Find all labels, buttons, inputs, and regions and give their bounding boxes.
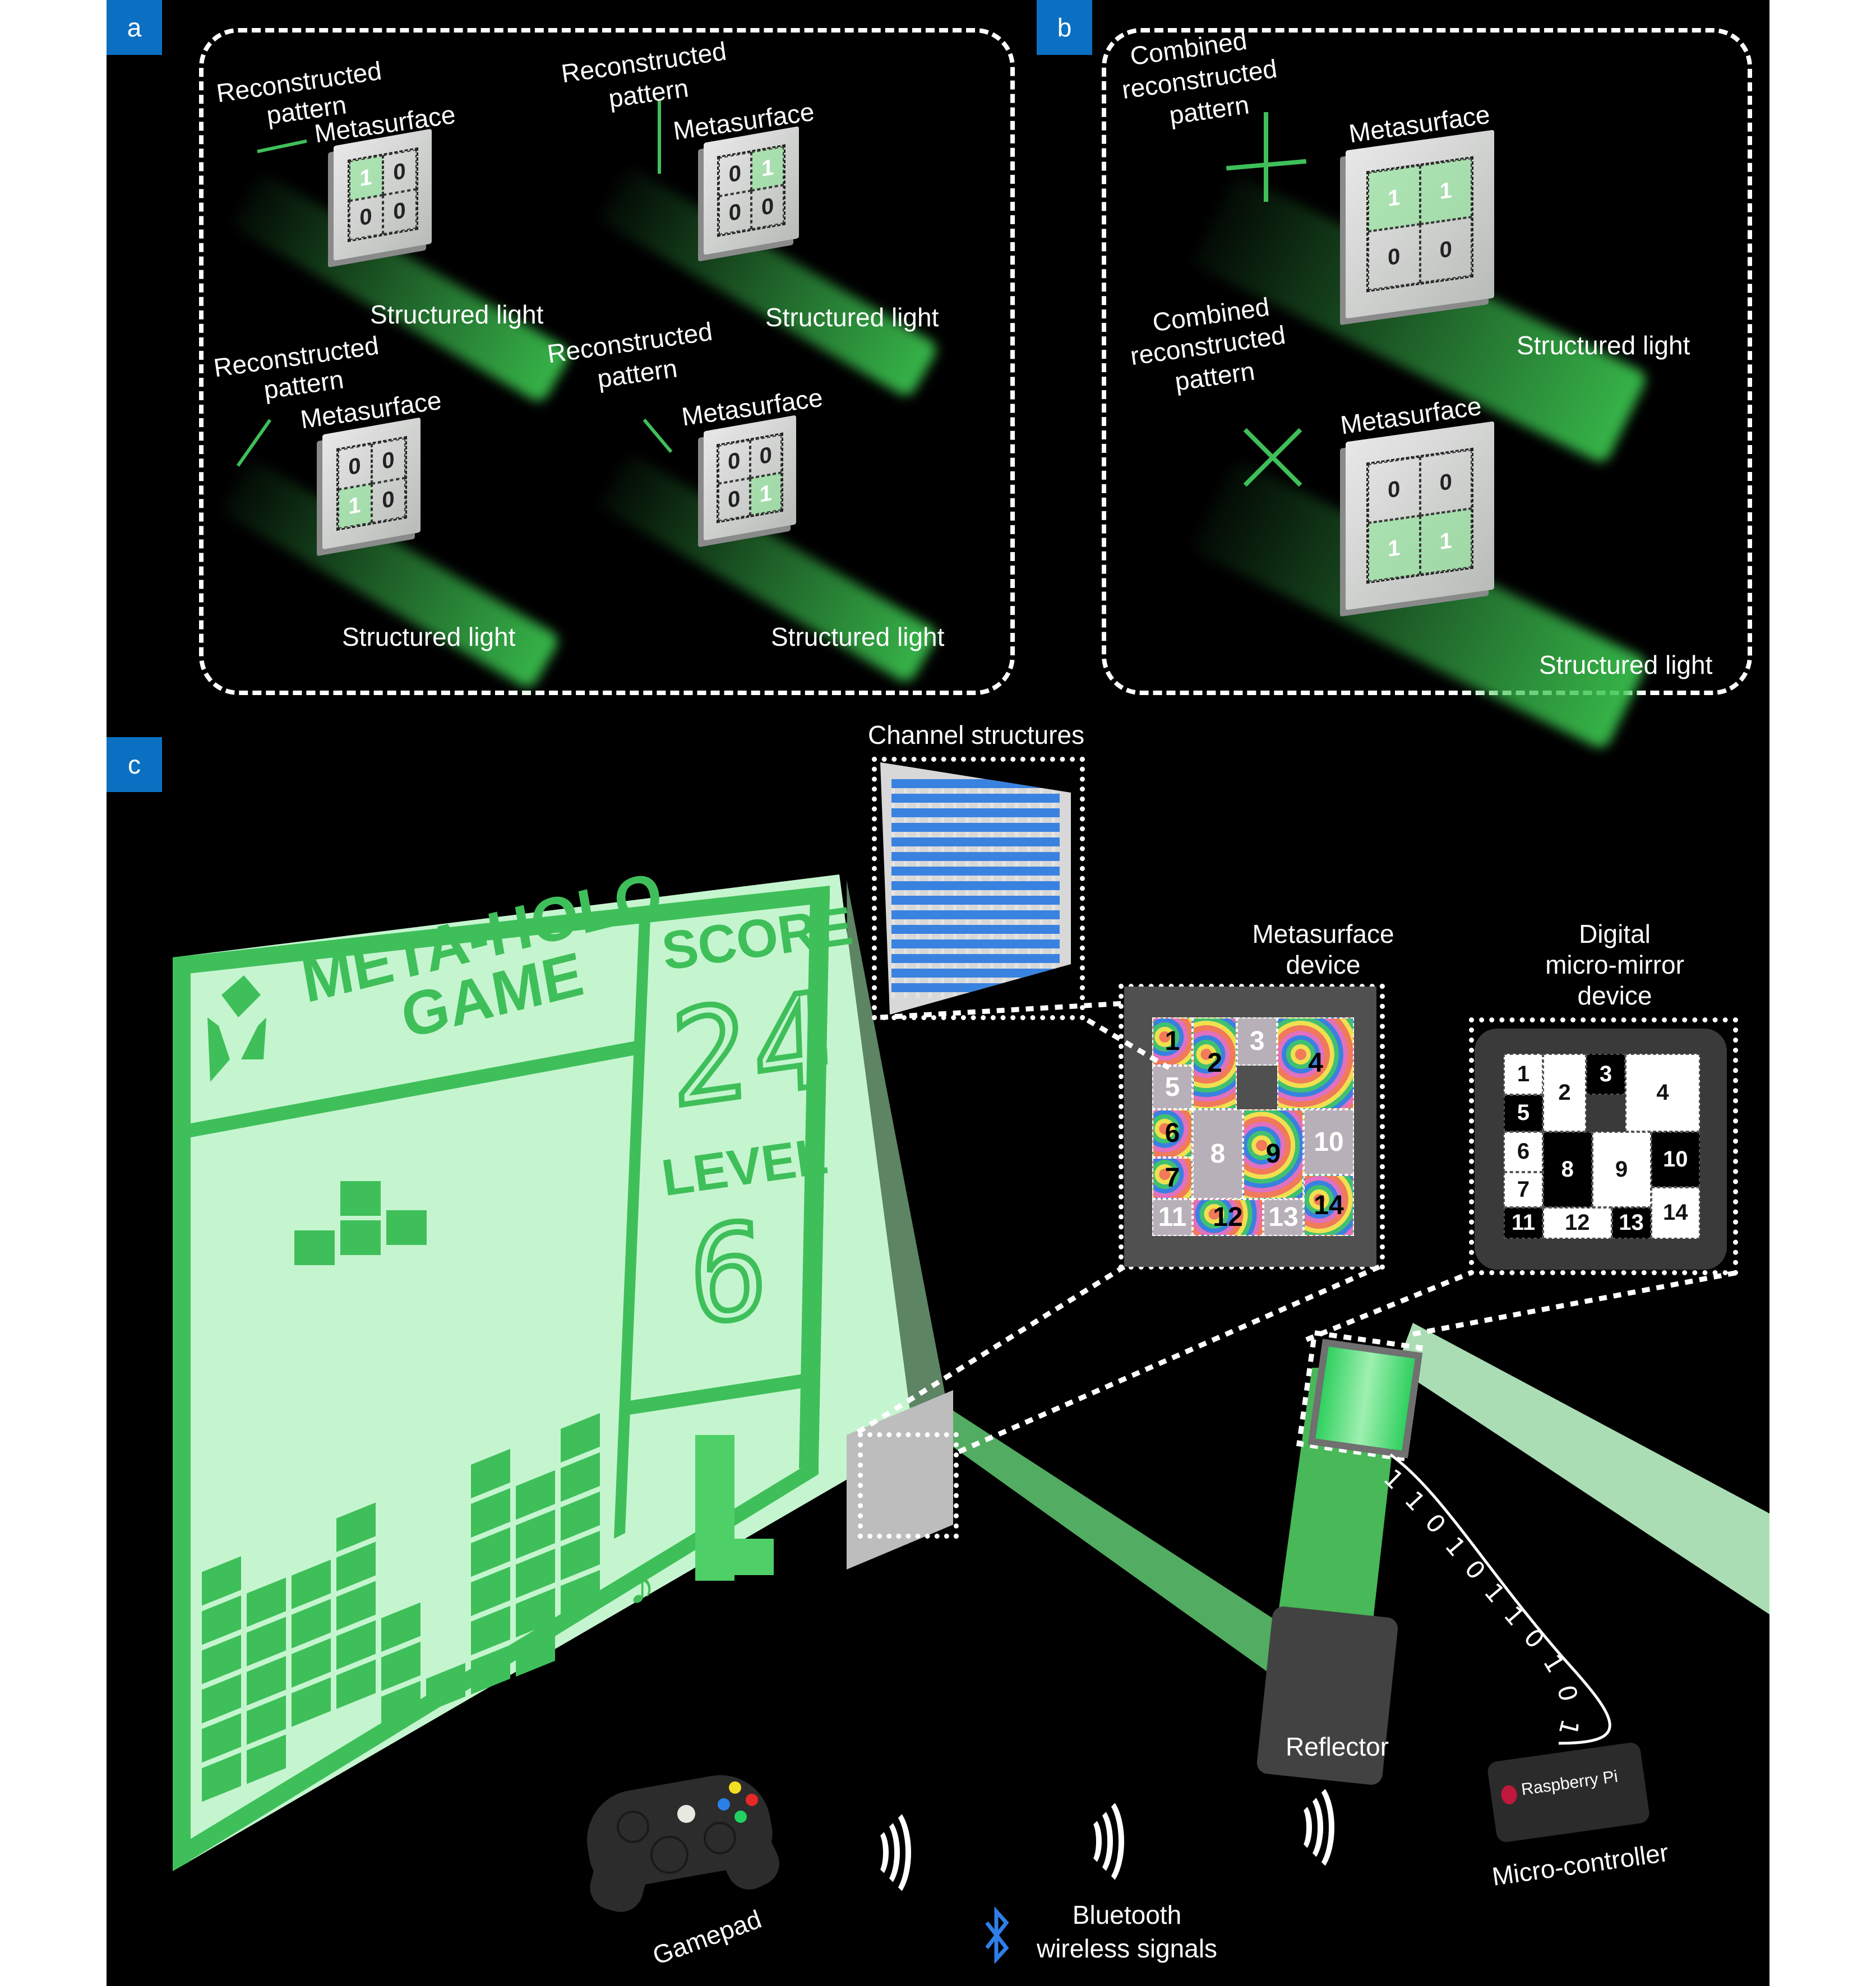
- dmd-mirror: 10: [1651, 1131, 1700, 1187]
- nanopillar-array: [891, 779, 1060, 998]
- metasurface-channel: 13: [1263, 1198, 1304, 1236]
- metasurface-channel: 10: [1304, 1109, 1354, 1175]
- metasurface-channel: 3: [1237, 1017, 1278, 1066]
- tetris-block: [386, 1210, 427, 1245]
- metasurface-channel: 2: [1193, 1017, 1237, 1109]
- dmd-mirror: 2: [1543, 1054, 1586, 1132]
- binary-signal-text: 1 1 0 1 0 1 1 0 1 0 1 0 0 1 0 1: [1374, 1429, 1584, 1742]
- next-piece-block: [695, 1544, 734, 1581]
- gamepad-home-button: [677, 1805, 695, 1823]
- metasurface-device-chip: 1 2 3 4 5 6 7 8 9 10 11 12 13 14: [1124, 987, 1376, 1267]
- gamepad-x-button: [718, 1798, 730, 1811]
- metasurface-device-label-1: Metasurface: [1252, 919, 1394, 948]
- binary-signal-cable: 1 1 0 1 0 1 1 0 1 0 1 0 0 1 0 1: [1374, 1429, 1611, 1745]
- metasurface-channel: 7: [1152, 1157, 1193, 1199]
- metasurface-channel: 12: [1193, 1198, 1263, 1236]
- channel-structures-label: Channel structures: [868, 720, 1085, 749]
- tetris-block: [340, 1181, 381, 1216]
- dmd-mirror-grid: 1 2 3 4 5 6 7 8 9 10 11 12 13 14: [1504, 1054, 1700, 1239]
- tetris-block: [294, 1230, 335, 1265]
- next-piece-block: [695, 1435, 734, 1471]
- screen-border-left: [173, 955, 191, 1871]
- gamepad-a-button: [734, 1811, 747, 1823]
- bluetooth-label-1: Bluetooth: [1072, 1900, 1182, 1929]
- level-value: 6: [685, 1191, 773, 1358]
- dmd-mirror: 9: [1592, 1131, 1651, 1207]
- dmd-mirror: 12: [1543, 1207, 1612, 1239]
- microcontroller-brand: Raspberry Pi: [1520, 1767, 1619, 1799]
- holographic-game-screen: [173, 874, 914, 1871]
- metasurface-channel: 14: [1304, 1174, 1354, 1236]
- gamepad-b-button: [746, 1794, 758, 1806]
- dmd-label-1: Digital: [1579, 919, 1651, 948]
- metasurface-channel: 8: [1193, 1109, 1243, 1199]
- dmd-mirror: 4: [1625, 1054, 1700, 1132]
- gamepad: [579, 1766, 787, 1917]
- bluetooth-icon: [985, 1906, 1009, 1965]
- dmd-mirror: 6: [1504, 1131, 1543, 1173]
- metasurface-zoom-marker: [858, 1432, 959, 1539]
- gamepad-right-stick: [704, 1822, 736, 1854]
- dmd-mirror: 1: [1504, 1054, 1543, 1095]
- wave-icon: [1290, 1780, 1334, 1875]
- next-piece-block: [695, 1471, 734, 1508]
- dmd-mirror: 5: [1504, 1094, 1543, 1132]
- dmd-mirror: 7: [1504, 1172, 1543, 1207]
- next-piece-block: [734, 1539, 774, 1575]
- dmd-mirror: 13: [1611, 1207, 1651, 1239]
- metasurface-channel: 11: [1152, 1198, 1193, 1236]
- gamepad-dpad: [650, 1836, 689, 1874]
- gamepad-left-stick: [617, 1811, 649, 1843]
- dmd-mirror: 8: [1543, 1131, 1592, 1207]
- metasurface-channel-grid: 1 2 3 4 5 6 7 8 9 10 11 12 13 14: [1152, 1017, 1354, 1236]
- raspberry-pi-logo-icon: [1500, 1784, 1518, 1806]
- metasurface-channel: 6: [1152, 1109, 1193, 1158]
- dmd-mirror: 11: [1504, 1207, 1543, 1239]
- music-note-icon: ♪: [628, 1553, 656, 1616]
- dmd-mirror: 3: [1586, 1054, 1625, 1095]
- gamepad-y-button: [729, 1781, 741, 1794]
- next-piece-block: [695, 1508, 734, 1544]
- metasurface-channel: 4: [1277, 1017, 1354, 1109]
- wave-icon: [1079, 1794, 1124, 1889]
- tetris-block: [340, 1220, 381, 1255]
- bluetooth-label-2: wireless signals: [1036, 1934, 1218, 1963]
- dmd-mirror: 14: [1651, 1187, 1700, 1239]
- dmd-chip: 1 2 3 4 5 6 7 8 9 10 11 12 13 14: [1475, 1029, 1727, 1270]
- dmd-label-3: device: [1577, 981, 1652, 1010]
- metasurface-channel: 5: [1152, 1065, 1193, 1109]
- wave-icon: [866, 1805, 911, 1900]
- metasurface-channel: 9: [1243, 1109, 1304, 1199]
- dmd-label-2: micro-mirror: [1545, 950, 1684, 979]
- score-value: 24: [666, 961, 841, 1140]
- metasurface-channel: 1: [1152, 1017, 1193, 1066]
- metasurface-device-label-2: device: [1286, 950, 1361, 979]
